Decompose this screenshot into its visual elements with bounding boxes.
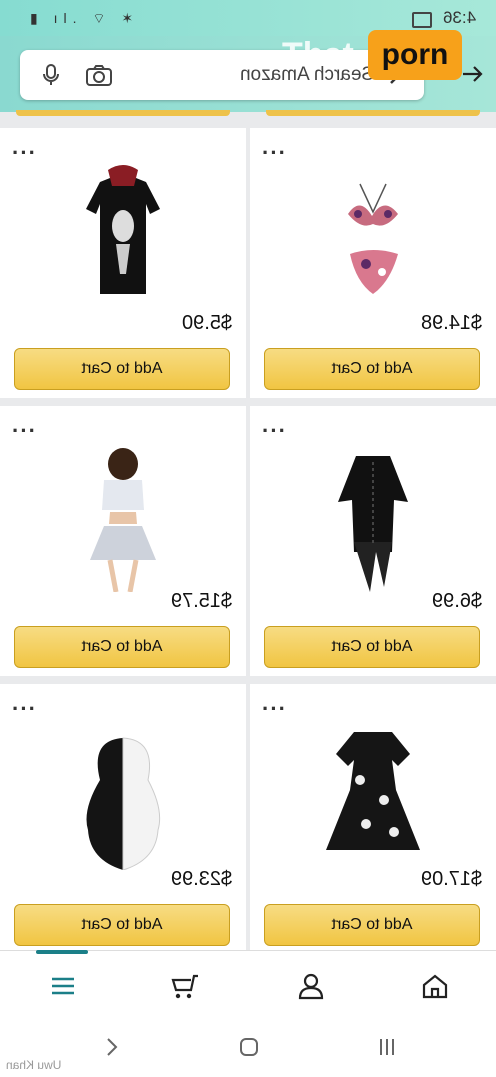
- more-options-icon[interactable]: ···: [262, 698, 287, 720]
- system-recents-icon[interactable]: [376, 1036, 398, 1058]
- price: $5.90: [181, 312, 232, 334]
- system-back-icon[interactable]: [100, 1036, 122, 1058]
- product-image[interactable]: [310, 720, 436, 870]
- product-image[interactable]: [310, 442, 436, 592]
- home-icon[interactable]: [420, 972, 450, 1000]
- menu-icon[interactable]: [48, 972, 78, 1000]
- price: $6.99: [431, 590, 482, 612]
- product-card[interactable]: ··· $15.79 Add to Cart: [0, 406, 246, 676]
- more-options-icon[interactable]: ···: [12, 142, 37, 164]
- product-image[interactable]: [60, 442, 186, 592]
- cart-icon[interactable]: [170, 972, 200, 1000]
- add-to-cart-button[interactable]: Add to Cart: [14, 348, 230, 390]
- product-card[interactable]: ··· $14.98 Add to Cart: [250, 128, 496, 398]
- back-arrow-icon[interactable]: [460, 62, 484, 86]
- active-tab-indicator: [36, 950, 88, 954]
- more-options-icon[interactable]: ···: [262, 142, 287, 164]
- product-image[interactable]: [60, 164, 186, 314]
- product-card[interactable]: ··· $5.90 Add to Cart: [0, 128, 246, 398]
- previous-add-to-cart-button[interactable]: [16, 110, 230, 116]
- add-to-cart-label: Add to Cart: [81, 360, 163, 377]
- more-options-icon[interactable]: ···: [12, 420, 37, 442]
- add-to-cart-button[interactable]: Add to Cart: [264, 626, 480, 668]
- clock: 4:36: [442, 8, 476, 27]
- product-card[interactable]: ··· $6.99 Add to Cart: [250, 406, 496, 676]
- add-to-cart-button[interactable]: Add to Cart: [264, 904, 480, 946]
- account-icon[interactable]: [296, 972, 326, 1000]
- watermark-text: That: [282, 36, 354, 74]
- status-icons: ▮ ıl. ⌔ ✶: [30, 10, 140, 26]
- add-to-cart-label: Add to Cart: [331, 638, 413, 655]
- more-options-icon[interactable]: ···: [12, 698, 37, 720]
- watermark-badge: porn: [368, 30, 462, 80]
- credit-watermark: Uwu Khan: [6, 1058, 62, 1072]
- price: $23.99: [170, 868, 232, 890]
- camera-icon[interactable]: [84, 62, 114, 88]
- microphone-icon[interactable]: [38, 62, 64, 88]
- search-bar[interactable]: Search Amazon: [20, 50, 424, 100]
- add-to-cart-button[interactable]: Add to Cart: [14, 626, 230, 668]
- add-to-cart-button[interactable]: Add to Cart: [264, 348, 480, 390]
- product-card[interactable]: ··· $23.99 Add to Cart: [0, 684, 246, 954]
- price: $15.79: [170, 590, 232, 612]
- gallery-icon: [412, 12, 432, 28]
- add-to-cart-label: Add to Cart: [81, 916, 163, 933]
- more-options-icon[interactable]: ···: [262, 420, 287, 442]
- product-card[interactable]: ··· $17.09 Add to Cart: [250, 684, 496, 954]
- system-home-icon[interactable]: [238, 1036, 260, 1058]
- price: $14.98: [420, 312, 482, 334]
- add-to-cart-label: Add to Cart: [331, 916, 413, 933]
- product-image[interactable]: [60, 720, 186, 870]
- add-to-cart-label: Add to Cart: [81, 638, 163, 655]
- add-to-cart-button[interactable]: Add to Cart: [14, 904, 230, 946]
- price: $17.09: [420, 868, 482, 890]
- add-to-cart-label: Add to Cart: [331, 360, 413, 377]
- product-image[interactable]: [310, 164, 436, 314]
- previous-add-to-cart-button[interactable]: [266, 110, 480, 116]
